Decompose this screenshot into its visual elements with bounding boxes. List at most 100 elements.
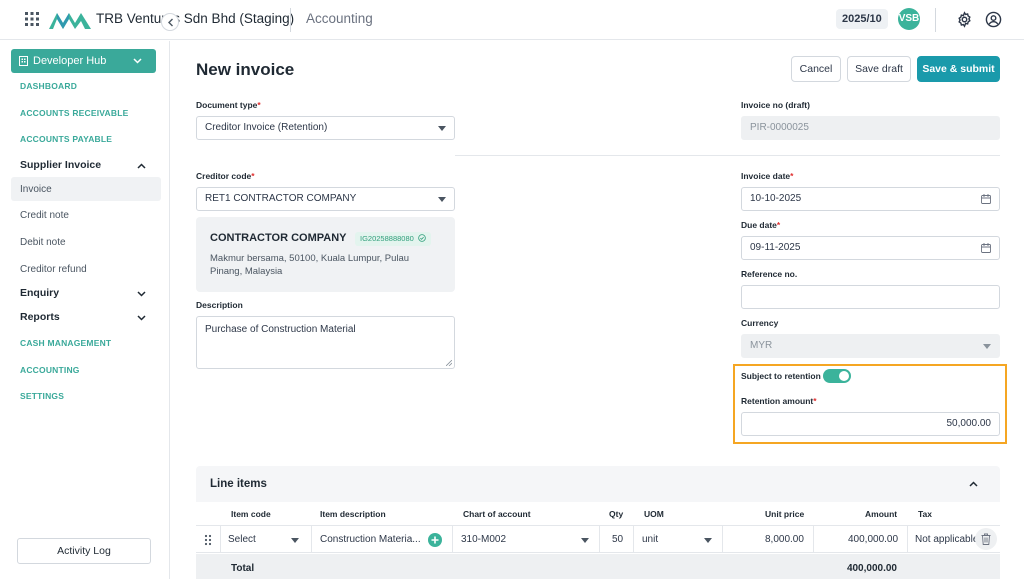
item-description-cell[interactable]: Construction Materia...	[320, 534, 421, 545]
retention-amount-value: 50,000.00	[946, 418, 992, 429]
caret-down-icon	[438, 126, 446, 131]
gear-icon[interactable]	[956, 11, 973, 28]
total-label: Total	[231, 563, 255, 574]
description-textarea[interactable]: Purchase of Construction Material	[196, 316, 455, 369]
page-title: New invoice	[196, 60, 295, 79]
divider	[311, 526, 312, 553]
divider	[220, 526, 221, 553]
description-label: Description	[196, 300, 243, 310]
creditor-code-select[interactable]: RET1 CONTRACTOR COMPANY	[196, 187, 455, 211]
collapse-sidebar-button[interactable]	[161, 13, 179, 31]
retention-amount-input[interactable]: 50,000.00	[741, 412, 1000, 436]
invoice-no-field: PIR-0000025	[741, 116, 1000, 140]
chevron-down-icon	[137, 315, 146, 321]
caret-down-icon	[291, 538, 299, 543]
chevron-left-icon	[168, 18, 173, 27]
divider	[907, 526, 908, 553]
nav-group-label: Supplier Invoice	[20, 159, 102, 171]
invoice-no-value: PIR-0000025	[750, 122, 809, 133]
invoice-date-label: Invoice date*	[741, 171, 794, 181]
apps-grid-icon[interactable]	[25, 12, 39, 26]
currency-select: MYR	[741, 334, 1000, 358]
creditor-name: CONTRACTOR COMPANY	[210, 232, 347, 244]
nav-item-creditor-refund[interactable]: Creditor refund	[20, 264, 87, 275]
invoice-date-input[interactable]: 10-10-2025	[741, 187, 1000, 211]
caret-down-icon	[581, 538, 589, 543]
nav-accounts-receivable[interactable]: ACCOUNTS RECEIVABLE	[20, 108, 128, 118]
delete-row-button[interactable]	[975, 528, 997, 550]
uom-select[interactable]: unit	[642, 534, 658, 545]
chevron-up-icon[interactable]	[969, 481, 978, 487]
reference-no-label: Reference no.	[741, 269, 798, 279]
nav-group-reports[interactable]: Reports	[20, 311, 150, 323]
nav-group-label: Enquiry	[20, 287, 60, 299]
column-header-uom: UOM	[644, 509, 664, 519]
save-submit-button[interactable]: Save & submit	[917, 56, 1000, 82]
trash-icon	[981, 533, 991, 545]
invoice-date-value: 10-10-2025	[750, 193, 802, 204]
developer-hub-label: Developer Hub	[33, 55, 107, 67]
line-items-panel: Line items Item code Item description Ch…	[196, 466, 1000, 579]
column-header-tax: Tax	[918, 509, 933, 519]
document-type-select[interactable]: Creditor Invoice (Retention)	[196, 116, 455, 140]
item-code-select[interactable]: Select	[228, 534, 256, 545]
save-draft-button[interactable]: Save draft	[847, 56, 911, 82]
nav-group-supplier-invoice[interactable]: Supplier Invoice	[20, 159, 150, 171]
unit-price-input[interactable]: 8,000.00	[765, 534, 804, 545]
developer-hub-selector[interactable]: Developer Hub	[11, 49, 156, 73]
divider	[813, 526, 814, 553]
currency-label: Currency	[741, 318, 779, 328]
top-bar: TRB Ventures Sdn Bhd (Staging) Accountin…	[0, 0, 1024, 40]
creditor-registration-code: IG20258888080	[360, 234, 414, 243]
line-items-header[interactable]: Line items	[196, 466, 1000, 502]
resize-grip-icon[interactable]	[446, 360, 452, 366]
divider	[722, 526, 723, 553]
nav-group-enquiry[interactable]: Enquiry	[20, 287, 150, 299]
caret-down-icon	[983, 344, 991, 349]
cancel-button[interactable]: Cancel	[791, 56, 841, 82]
user-account-icon[interactable]	[985, 11, 1002, 28]
nav-accounting[interactable]: ACCOUNTING	[20, 365, 80, 375]
nav-item-debit-note[interactable]: Debit note	[20, 237, 66, 248]
nav-item-invoice[interactable]: Invoice	[20, 184, 52, 195]
description-value: Purchase of Construction Material	[205, 324, 356, 335]
caret-down-icon	[438, 197, 446, 202]
reference-no-input[interactable]	[741, 285, 1000, 309]
chart-of-account-select[interactable]: 310-M002	[461, 534, 506, 545]
calendar-icon[interactable]	[981, 243, 991, 253]
caret-down-icon	[704, 538, 712, 543]
creditor-code-value: RET1 CONTRACTOR COMPANY	[205, 193, 357, 204]
creditor-address: Makmur bersama, 50100, Kuala Lumpur, Pul…	[210, 253, 410, 277]
company-name: TRB Ventures Sdn Bhd (Staging)	[96, 11, 295, 26]
qty-input[interactable]: 50	[612, 534, 623, 545]
nav-cash-management[interactable]: CASH MANAGEMENT	[20, 338, 111, 348]
due-date-input[interactable]: 09-11-2025	[741, 236, 1000, 260]
nav-dashboard[interactable]: DASHBOARD	[20, 81, 77, 91]
retention-amount-label: Retention amount*	[741, 396, 817, 406]
divider	[452, 526, 453, 553]
avatar[interactable]: VSB	[898, 8, 920, 30]
due-date-value: 09-11-2025	[750, 242, 801, 253]
module-name: Accounting	[306, 11, 373, 26]
amount-cell: 400,000.00	[848, 534, 899, 545]
column-header-qty: Qty	[609, 509, 624, 519]
period-badge[interactable]: 2025/10	[836, 9, 888, 29]
subject-to-retention-toggle[interactable]	[823, 369, 851, 383]
divider	[935, 8, 936, 32]
nav-accounts-payable[interactable]: ACCOUNTS PAYABLE	[20, 134, 112, 144]
drag-handle-icon[interactable]	[204, 534, 212, 546]
calendar-icon[interactable]	[981, 194, 991, 204]
column-header-unit-price: Unit price	[765, 509, 805, 519]
add-circle-icon[interactable]	[428, 533, 442, 547]
tax-select[interactable]: Not applicable	[915, 534, 977, 545]
divider	[455, 155, 1000, 156]
nav-item-credit-note[interactable]: Credit note	[20, 210, 69, 221]
column-header-amount: Amount	[865, 509, 898, 519]
chevron-down-icon	[133, 58, 142, 64]
nav-group-label: Reports	[20, 311, 60, 323]
activity-log-button[interactable]: Activity Log	[17, 538, 151, 564]
nav-settings[interactable]: SETTINGS	[20, 391, 64, 401]
divider	[599, 526, 600, 553]
check-circle-icon	[418, 234, 426, 242]
total-value: 400,000.00	[846, 563, 897, 574]
